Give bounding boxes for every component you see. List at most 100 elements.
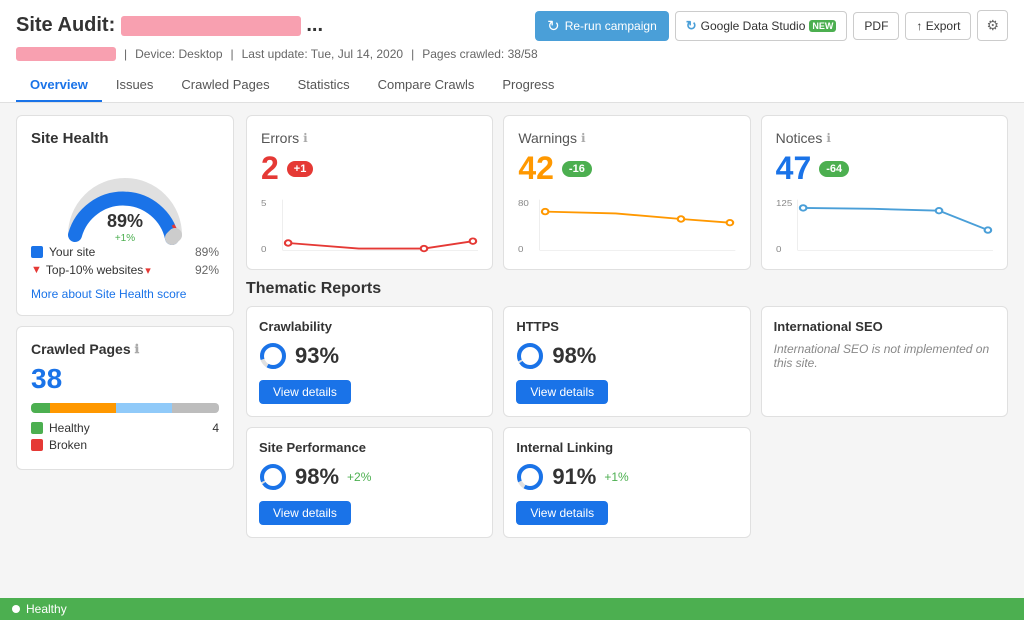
pages-crawled-meta: Pages crawled: 38/58 — [422, 47, 537, 61]
status-bar: Healthy — [0, 598, 1024, 620]
tab-statistics[interactable]: Statistics — [284, 69, 364, 102]
warnings-chart: 80 0 — [518, 195, 735, 255]
https-circle-icon — [516, 342, 544, 370]
left-panel: Site Health 89% +1% — [16, 115, 234, 601]
crawled-pages-info-icon[interactable]: ℹ — [135, 342, 140, 356]
site-performance-delta: +2% — [347, 470, 371, 484]
page-title: Site Audit: ... — [16, 14, 323, 37]
meta-separator-1: | — [124, 47, 127, 61]
tab-issues[interactable]: Issues — [102, 69, 168, 102]
report-https: HTTPS 98% View details — [503, 306, 750, 417]
site-health-card: Site Health 89% +1% — [16, 115, 234, 316]
thematic-reports-title: Thematic Reports — [246, 280, 1008, 298]
tab-crawled-pages[interactable]: Crawled Pages — [167, 69, 283, 102]
title-area: Site Audit: ... — [16, 14, 323, 37]
status-label: Healthy — [26, 602, 67, 616]
pb-healthy — [31, 403, 50, 413]
thematic-reports-section: Thematic Reports Crawlability 93% View d… — [246, 280, 1008, 538]
gauge-container: 89% +1% — [31, 155, 219, 245]
notices-value-row: 47 -64 — [776, 150, 993, 187]
https-score-row: 98% — [516, 342, 737, 370]
crawlability-score: 93% — [295, 343, 339, 369]
https-title: HTTPS — [516, 319, 737, 334]
google-data-studio-button[interactable]: ↻ Google Data Studio NEW — [675, 11, 848, 41]
international-seo-title: International SEO — [774, 319, 995, 334]
google-icon: ↻ — [686, 18, 697, 34]
pdf-button[interactable]: PDF — [853, 12, 899, 40]
pb-redirect — [116, 403, 172, 413]
internal-linking-view-button[interactable]: View details — [516, 501, 608, 525]
project-name-blurred — [121, 16, 301, 36]
header: Site Audit: ... ↻ Re-run campaign ↻ Goog… — [0, 0, 1024, 103]
site-performance-circle-icon — [259, 463, 287, 491]
internal-linking-circle-icon — [516, 463, 544, 491]
warnings-info-icon[interactable]: ℹ — [581, 131, 586, 145]
internal-linking-delta: +1% — [604, 470, 628, 484]
site-performance-score: 98% — [295, 464, 339, 490]
svg-text:5: 5 — [261, 199, 266, 208]
right-panel: Errors ℹ 2 +1 5 0 — [246, 115, 1008, 601]
rerun-label: Re-run campaign — [565, 19, 657, 33]
errors-badge: +1 — [287, 161, 314, 177]
svg-text:0: 0 — [518, 245, 523, 254]
main-content: Site Health 89% +1% — [0, 103, 1024, 613]
crawled-pages-title-text: Crawled Pages — [31, 341, 131, 357]
settings-button[interactable]: ⚙ — [977, 10, 1008, 41]
errors-value-row: 2 +1 — [261, 150, 478, 187]
meta-separator-2: | — [231, 47, 234, 61]
errors-value: 2 — [261, 150, 279, 187]
your-site-label: Your site — [49, 245, 95, 259]
internal-linking-title: Internal Linking — [516, 440, 737, 455]
crawlability-view-button[interactable]: View details — [259, 380, 351, 404]
svg-text:0: 0 — [776, 245, 781, 254]
tab-overview[interactable]: Overview — [16, 69, 102, 102]
tab-progress[interactable]: Progress — [488, 69, 568, 102]
export-button[interactable]: ↑ Export — [905, 12, 971, 40]
top10-value: 92% — [195, 263, 219, 277]
new-badge: NEW — [809, 20, 836, 32]
errors-label: Errors ℹ — [261, 130, 478, 146]
settings-icon: ⚙ — [986, 17, 999, 33]
site-performance-view-button[interactable]: View details — [259, 501, 351, 525]
crawlability-score-row: 93% — [259, 342, 480, 370]
international-seo-note: International SEO is not implemented on … — [774, 342, 995, 370]
warnings-value: 42 — [518, 150, 554, 187]
report-international-seo: International SEO International SEO is n… — [761, 306, 1008, 417]
gauge-svg: 89% +1% — [60, 155, 190, 245]
legend-your-site: Your site 89% — [31, 245, 219, 259]
site-performance-score-row: 98% +2% — [259, 463, 480, 491]
top10-label: Top-10% websites — [46, 263, 143, 277]
project-name-meta — [16, 47, 116, 61]
google-label: Google Data Studio — [701, 19, 806, 33]
title-suffix: ... — [306, 14, 323, 36]
rerun-icon: ↻ — [547, 17, 560, 35]
crawled-legend: Healthy 4 Broken — [31, 421, 219, 452]
healthy-value: 4 — [212, 421, 219, 435]
crawlability-title: Crawlability — [259, 319, 480, 334]
notices-label: Notices ℹ — [776, 130, 993, 146]
cl-broken: Broken — [31, 438, 219, 452]
reports-grid: Crawlability 93% View details HTTPS — [246, 306, 1008, 538]
notices-badge: -64 — [819, 161, 849, 177]
rerun-button[interactable]: ↻ Re-run campaign — [535, 11, 669, 41]
last-update-meta: Last update: Tue, Jul 14, 2020 — [242, 47, 403, 61]
healthy-dot — [31, 422, 43, 434]
stats-row: Errors ℹ 2 +1 5 0 — [246, 115, 1008, 270]
tab-compare-crawls[interactable]: Compare Crawls — [364, 69, 489, 102]
top10-chevron-icon: ▾ — [145, 264, 151, 277]
svg-text:80: 80 — [518, 199, 529, 208]
notices-info-icon[interactable]: ℹ — [826, 131, 831, 145]
site-health-title: Site Health — [31, 130, 219, 147]
errors-info-icon[interactable]: ℹ — [303, 131, 308, 145]
title-prefix: Site Audit: — [16, 14, 115, 36]
https-view-button[interactable]: View details — [516, 380, 608, 404]
notices-card: Notices ℹ 47 -64 125 0 — [761, 115, 1008, 270]
svg-text:89%: 89% — [107, 211, 143, 231]
warnings-card: Warnings ℹ 42 -16 80 0 — [503, 115, 750, 270]
more-site-health-link[interactable]: More about Site Health score — [31, 287, 186, 301]
warnings-badge: -16 — [562, 161, 592, 177]
notices-chart: 125 0 — [776, 195, 993, 255]
pb-broken — [50, 403, 116, 413]
svg-text:+1%: +1% — [115, 233, 135, 244]
device-meta: Device: Desktop — [135, 47, 222, 61]
